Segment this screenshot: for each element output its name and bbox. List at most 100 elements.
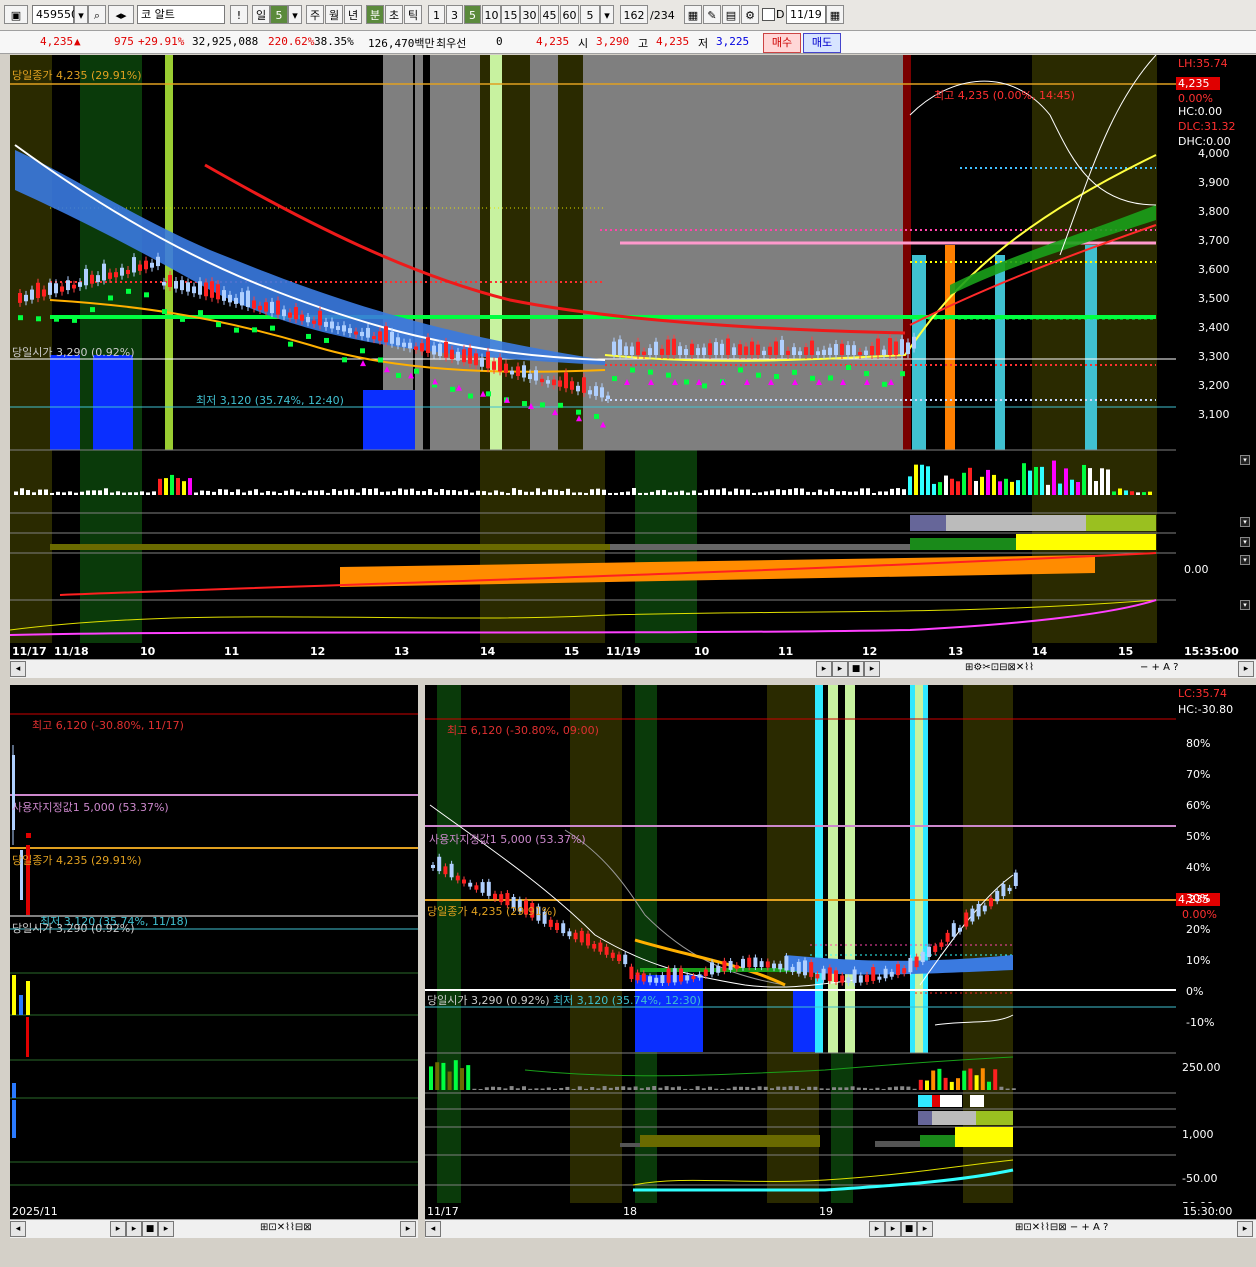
volume-bar [50, 492, 54, 495]
candle [360, 331, 364, 337]
candle [629, 966, 634, 980]
scroll-right-icon[interactable]: ▸ [869, 1221, 885, 1237]
top-chart-panel[interactable]: 당일종가 4,235 (29.91%) 당일시가 3,290 (0.92%) 최… [10, 55, 1176, 643]
interval-button-5[interactable]: 5 [464, 5, 481, 24]
interval-button-10[interactable]: 10 [482, 5, 501, 24]
play-icon[interactable]: ▸ [832, 661, 848, 677]
font-size-icons[interactable]: − + A ? [1140, 662, 1178, 673]
candle [449, 863, 454, 878]
date-input[interactable]: 11/19 [786, 5, 826, 24]
volume-bar [863, 1087, 867, 1090]
stop-icon[interactable]: ■ [142, 1221, 158, 1237]
period-dropdown-icon[interactable]: ▾ [288, 5, 302, 24]
scroll-end-icon[interactable]: ▸ [1237, 1221, 1253, 1237]
scroll-left-icon[interactable]: ◂ [10, 661, 26, 677]
zoom-slider[interactable] [890, 661, 960, 675]
period-second-button[interactable]: 초 [385, 5, 403, 24]
interval-button-30[interactable]: 30 [520, 5, 539, 24]
signal-marker [468, 393, 473, 399]
sell-button[interactable]: 매도 [803, 33, 841, 53]
candle [691, 975, 696, 980]
signal-marker [666, 372, 671, 378]
tool-icons[interactable]: ⊞⊡✕⌇⌇⊟⊠ − + A ? [1015, 1222, 1108, 1233]
interval-value[interactable]: 5 [580, 5, 600, 24]
candle [828, 347, 832, 355]
period-tick-button[interactable]: 틱 [404, 5, 422, 24]
bar-count[interactable]: 162 [620, 5, 648, 24]
window-menu-icon[interactable]: ▣ [4, 5, 28, 24]
tool-icons[interactable]: ⊞⚙✂⊡⊟⊠✕⌇⌇ [965, 662, 1034, 673]
stop-icon[interactable]: ■ [848, 661, 864, 677]
period-minute-button[interactable]: 분 [366, 5, 384, 24]
scroll-right-icon[interactable]: ▸ [110, 1221, 126, 1237]
panel-menu-icon[interactable]: ▾ [1240, 600, 1250, 610]
buy-button[interactable]: 매수 [763, 33, 801, 53]
grid-icon[interactable]: ▦ [684, 5, 702, 24]
calendar-icon[interactable]: ▦ [826, 5, 844, 24]
draw-tool-icon[interactable]: ✎ [703, 5, 721, 24]
candle [606, 395, 610, 399]
bottom-left-chart-panel[interactable]: 최고 6,120 (-30.80%, 11/17) 사용자지정값1 5,000 … [10, 685, 418, 1203]
play-icon[interactable]: ▸ [126, 1221, 142, 1237]
date-checkbox[interactable] [762, 8, 775, 21]
volume-bar [484, 1087, 489, 1090]
candle [570, 381, 574, 390]
interval-button-15[interactable]: 15 [501, 5, 520, 24]
panel-menu-icon[interactable]: ▾ [1240, 517, 1250, 527]
volume-bar [695, 1086, 700, 1090]
period-day-num[interactable]: 5 [270, 5, 288, 24]
candle [588, 390, 592, 395]
save-icon[interactable]: ▤ [722, 5, 740, 24]
interval-button-1[interactable]: 1 [428, 5, 445, 24]
signal-marker [90, 307, 95, 313]
interval-button-45[interactable]: 45 [540, 5, 559, 24]
stop-icon[interactable]: ■ [901, 1221, 917, 1237]
period-month-button[interactable]: 월 [325, 5, 343, 24]
stock-code-input[interactable]: 459550 [32, 5, 78, 24]
volume-bar [925, 1080, 929, 1090]
code-dropdown-icon[interactable]: ▾ [74, 5, 88, 24]
step-icon[interactable]: ▸ [917, 1221, 933, 1237]
period-day-button[interactable]: 일 [252, 5, 270, 24]
candle [516, 366, 520, 376]
alert-button[interactable]: ! [230, 5, 248, 24]
step-icon[interactable]: ▸ [864, 661, 880, 677]
mday-scrollbar[interactable]: ◂ ▸ ▸ ■ ▸ ⊞⊡✕⌇⌇⊟⊠ − + A ? ▸ [425, 1219, 1256, 1238]
indicator-block [918, 1111, 932, 1125]
highlight-bar [845, 685, 855, 1053]
scroll-right-icon[interactable]: ▸ [816, 661, 832, 677]
candle [654, 341, 658, 355]
search-icon[interactable]: ⌕ [88, 5, 106, 24]
panel-menu-icon[interactable]: ▾ [1240, 555, 1250, 565]
tool-icons[interactable]: ⊞⊡✕⌇⌇⊟⊠ [260, 1222, 312, 1233]
scroll-end-icon[interactable]: ▸ [1238, 661, 1254, 677]
panel-menu-icon[interactable]: ▾ [1240, 537, 1250, 547]
volume-bar [170, 474, 174, 495]
price-tick: 3,800 [1198, 205, 1230, 218]
interval-dropdown-icon[interactable]: ▾ [600, 5, 614, 24]
interval-button-60[interactable]: 60 [560, 5, 579, 24]
volume-bar [956, 1078, 960, 1090]
candle [858, 975, 863, 983]
daily-scrollbar[interactable]: ◂ ▸ ▸ ■ ▸ ⊞⊡✕⌇⌇⊟⊠ ▸ [10, 1219, 418, 1238]
interval-button-3[interactable]: 3 [446, 5, 463, 24]
candle [765, 961, 770, 968]
period-week-button[interactable]: 주 [306, 5, 324, 24]
volume-bar [326, 492, 330, 495]
play-icon[interactable]: ▸ [885, 1221, 901, 1237]
panel-menu-icon[interactable]: ▾ [1240, 455, 1250, 465]
scroll-end-icon[interactable]: ▸ [400, 1221, 416, 1237]
settings-icon[interactable]: ⚙ [741, 5, 759, 24]
period-year-button[interactable]: 년 [344, 5, 362, 24]
scroll-left-icon[interactable]: ◂ [425, 1221, 441, 1237]
volume-bar [116, 491, 120, 495]
bottom-right-chart-panel[interactable]: 최고 6,120 (-30.80%, 09:00) 사용자지정값1 5,000 … [425, 685, 1176, 1203]
scroll-left-icon[interactable]: ◂ [10, 1221, 26, 1237]
session-shade [963, 685, 1013, 1203]
step-icon[interactable]: ▸ [158, 1221, 174, 1237]
mday-high-label: 최고 6,120 (-30.80%, 09:00) [447, 724, 599, 737]
stock-name-input[interactable]: 코 알트 [137, 5, 225, 24]
prev-next-icon[interactable]: ◂▸ [108, 5, 134, 24]
top-scrollbar[interactable]: ◂ ▸ ▸ ■ ▸ ⊞⚙✂⊡⊟⊠✕⌇⌇ − + A ? ▸ [10, 659, 1256, 678]
candle [492, 361, 496, 370]
